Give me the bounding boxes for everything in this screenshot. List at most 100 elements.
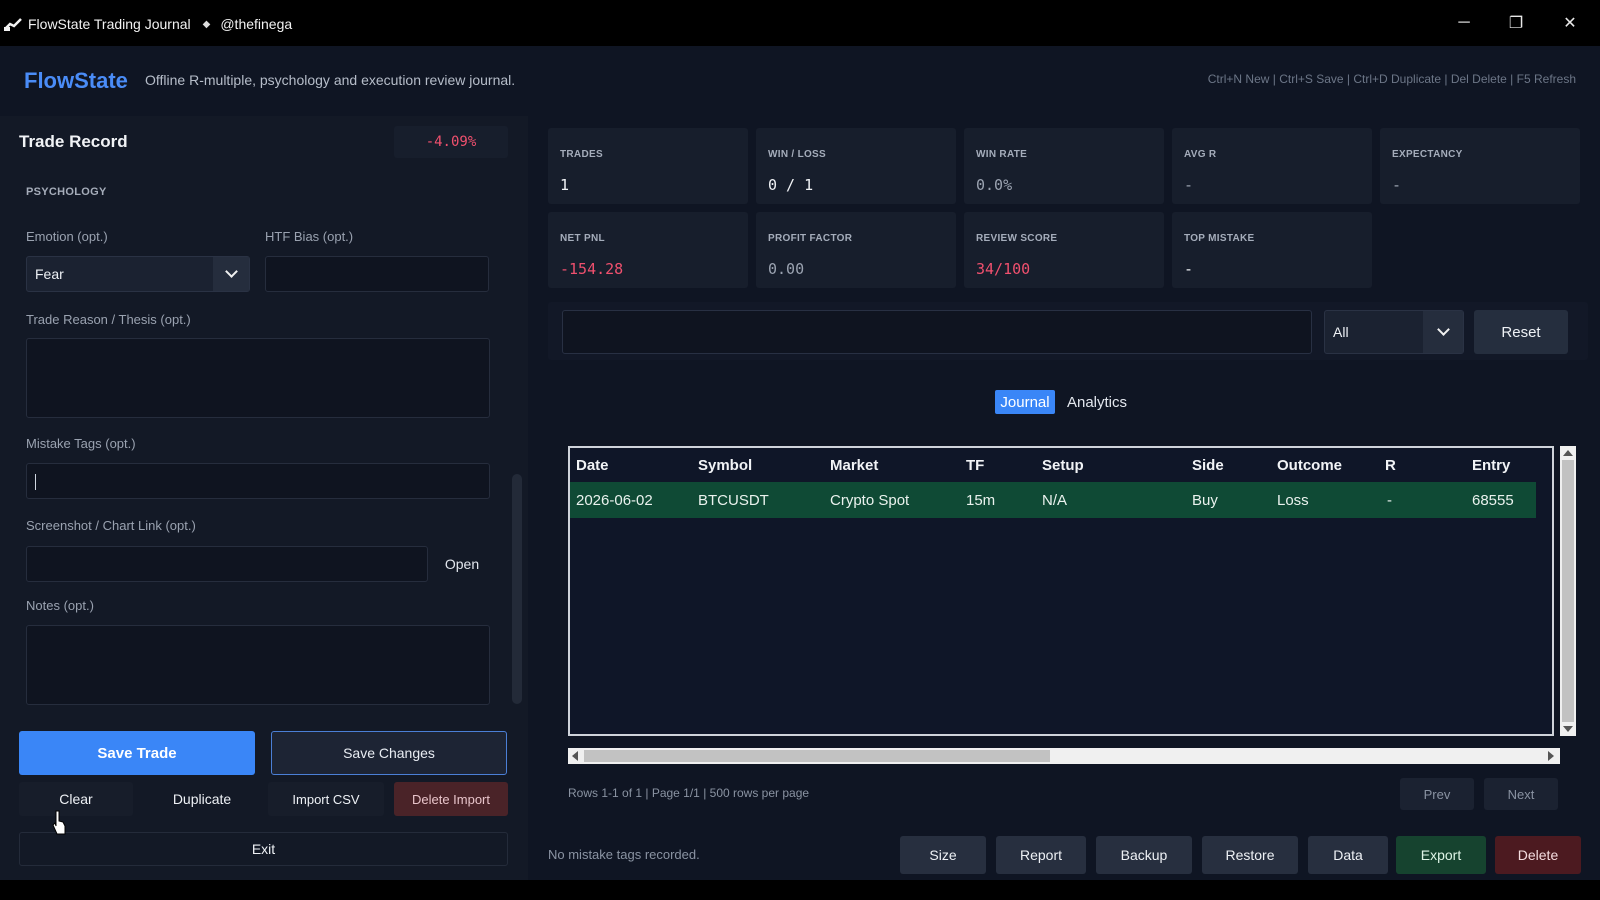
stat-value: 0.0% [976, 176, 1013, 194]
cell-date: 2026-06-02 [576, 492, 653, 509]
prev-page-button[interactable]: Prev [1400, 778, 1474, 810]
emotion-select[interactable]: Fear [26, 256, 250, 292]
search-input[interactable] [562, 310, 1312, 354]
stat-review-score: REVIEW SCORE 34/100 [964, 212, 1164, 288]
column-header-market[interactable]: Market [830, 457, 878, 474]
column-header-entry[interactable]: Entry [1472, 457, 1510, 474]
left-panel-scrollbar[interactable] [512, 474, 522, 704]
size-button[interactable]: Size [900, 836, 986, 874]
column-header-outcome[interactable]: Outcome [1277, 457, 1342, 474]
footer-status: No mistake tags recorded. [548, 847, 700, 862]
save-changes-button[interactable]: Save Changes [271, 731, 507, 775]
column-header-side[interactable]: Side [1192, 457, 1224, 474]
restore-button-footer[interactable]: Restore [1202, 836, 1298, 874]
export-button[interactable]: Export [1396, 836, 1486, 874]
trade-reason-field[interactable] [26, 338, 490, 418]
cell-setup: N/A [1042, 492, 1068, 509]
separator-icon: ◆ [202, 18, 211, 30]
tagline: Offline R-multiple, psychology and execu… [145, 72, 516, 88]
stat-value: 0 / 1 [768, 176, 814, 194]
clear-button[interactable]: Clear [19, 782, 133, 816]
mistake-tags-field[interactable] [26, 463, 490, 499]
tab-journal[interactable]: Journal [995, 390, 1055, 414]
stat-label: NET PNL [560, 233, 605, 244]
column-header-r[interactable]: R [1385, 457, 1396, 474]
filter-dropdown[interactable]: All [1324, 310, 1464, 354]
table-vertical-scrollbar[interactable] [1560, 446, 1576, 736]
stat-value: - [1184, 176, 1194, 194]
duplicate-button[interactable]: Duplicate [144, 782, 260, 816]
window-title: FlowState Trading Journal [28, 16, 191, 32]
mistake-tags-label: Mistake Tags (opt.) [26, 436, 136, 451]
stat-win-rate: WIN RATE 0.0% [964, 128, 1164, 204]
stat-label: EXPECTANCY [1392, 149, 1463, 160]
cell-outcome: Loss [1277, 492, 1309, 509]
column-header-setup[interactable]: Setup [1042, 457, 1084, 474]
cell-entry: 68555 [1472, 492, 1514, 509]
column-header-tf[interactable]: TF [966, 457, 984, 474]
scroll-left-icon[interactable] [572, 751, 578, 761]
shortcut-hints: Ctrl+N New | Ctrl+S Save | Ctrl+D Duplic… [1207, 72, 1576, 86]
column-header-symbol[interactable]: Symbol [698, 457, 752, 474]
close-button[interactable]: ✕ [1544, 0, 1596, 46]
import-csv-button[interactable]: Import CSV [268, 782, 384, 816]
save-trade-button[interactable]: Save Trade [19, 731, 255, 775]
chevron-down-icon[interactable] [1423, 311, 1463, 353]
stat-value: -154.28 [560, 260, 624, 278]
table-horizontal-scrollbar[interactable] [568, 748, 1560, 764]
backup-button[interactable]: Backup [1096, 836, 1192, 874]
minimize-button[interactable]: ─ [1438, 0, 1490, 46]
exit-button[interactable]: Exit [19, 832, 508, 866]
delete-button[interactable]: Delete [1495, 836, 1581, 874]
trade-reason-label: Trade Reason / Thesis (opt.) [26, 312, 191, 327]
cell-tf: 15m [966, 492, 996, 509]
open-link-button[interactable]: Open [436, 546, 488, 582]
text-cursor [35, 474, 36, 490]
data-button[interactable]: Data [1308, 836, 1388, 874]
screenshot-link-label: Screenshot / Chart Link (opt.) [26, 518, 196, 533]
scroll-thumb[interactable] [1562, 460, 1574, 722]
restore-button[interactable]: ❐ [1490, 0, 1542, 46]
stat-label: TOP MISTAKE [1184, 233, 1255, 244]
section-label-psychology: PSYCHOLOGY [26, 186, 107, 198]
next-page-button[interactable]: Next [1484, 778, 1558, 810]
stat-net-pnl: NET PNL -154.28 [548, 212, 748, 288]
tab-analytics[interactable]: Analytics [1062, 390, 1132, 414]
cell-r: - [1387, 492, 1392, 509]
scroll-right-icon[interactable] [1548, 751, 1554, 761]
stat-trades: TRADES 1 [548, 128, 748, 204]
trade-record-panel: Trade Record -4.09% PSYCHOLOGY Emotion (… [0, 116, 528, 880]
chevron-down-icon[interactable] [213, 257, 249, 291]
stat-label: WIN / LOSS [768, 149, 826, 160]
column-header-date[interactable]: Date [576, 457, 609, 474]
window-handle: @thefinega [220, 16, 293, 32]
stat-expectancy: EXPECTANCY - [1380, 128, 1580, 204]
stat-label: REVIEW SCORE [976, 233, 1058, 244]
scroll-down-icon[interactable] [1563, 726, 1573, 732]
reset-button[interactable]: Reset [1474, 310, 1568, 354]
stat-avg-r: AVG R - [1172, 128, 1372, 204]
emotion-value: Fear [35, 266, 64, 282]
scroll-thumb[interactable] [584, 750, 1050, 762]
brand-logo: FlowState [24, 68, 128, 93]
table-row[interactable]: 2026-06-02 BTCUSDT Crypto Spot 15m N/A B… [570, 482, 1536, 518]
htf-bias-field[interactable] [265, 256, 489, 292]
stat-top-mistake: TOP MISTAKE - [1172, 212, 1372, 288]
stat-label: PROFIT FACTOR [768, 233, 853, 244]
table-header: Date Symbol Market TF Setup Side Outcome… [570, 448, 1536, 482]
report-button[interactable]: Report [996, 836, 1086, 874]
mouse-pointer-icon [52, 810, 66, 835]
stat-label: TRADES [560, 149, 603, 160]
delete-import-button[interactable]: Delete Import [394, 782, 508, 816]
notes-label: Notes (opt.) [26, 598, 94, 613]
stat-value: 1 [560, 176, 570, 194]
panel-title: Trade Record [19, 132, 128, 151]
cell-market: Crypto Spot [830, 492, 910, 509]
notes-field[interactable] [26, 625, 490, 705]
stat-profit-factor: PROFIT FACTOR 0.00 [756, 212, 956, 288]
pnl-percent-badge: -4.09% [394, 126, 508, 158]
bottom-border [0, 880, 1600, 900]
scroll-up-icon[interactable] [1563, 450, 1573, 456]
screenshot-link-field[interactable] [26, 546, 428, 582]
window-titlebar: FlowState Trading Journal ◆ @thefinega ─… [0, 0, 1600, 46]
